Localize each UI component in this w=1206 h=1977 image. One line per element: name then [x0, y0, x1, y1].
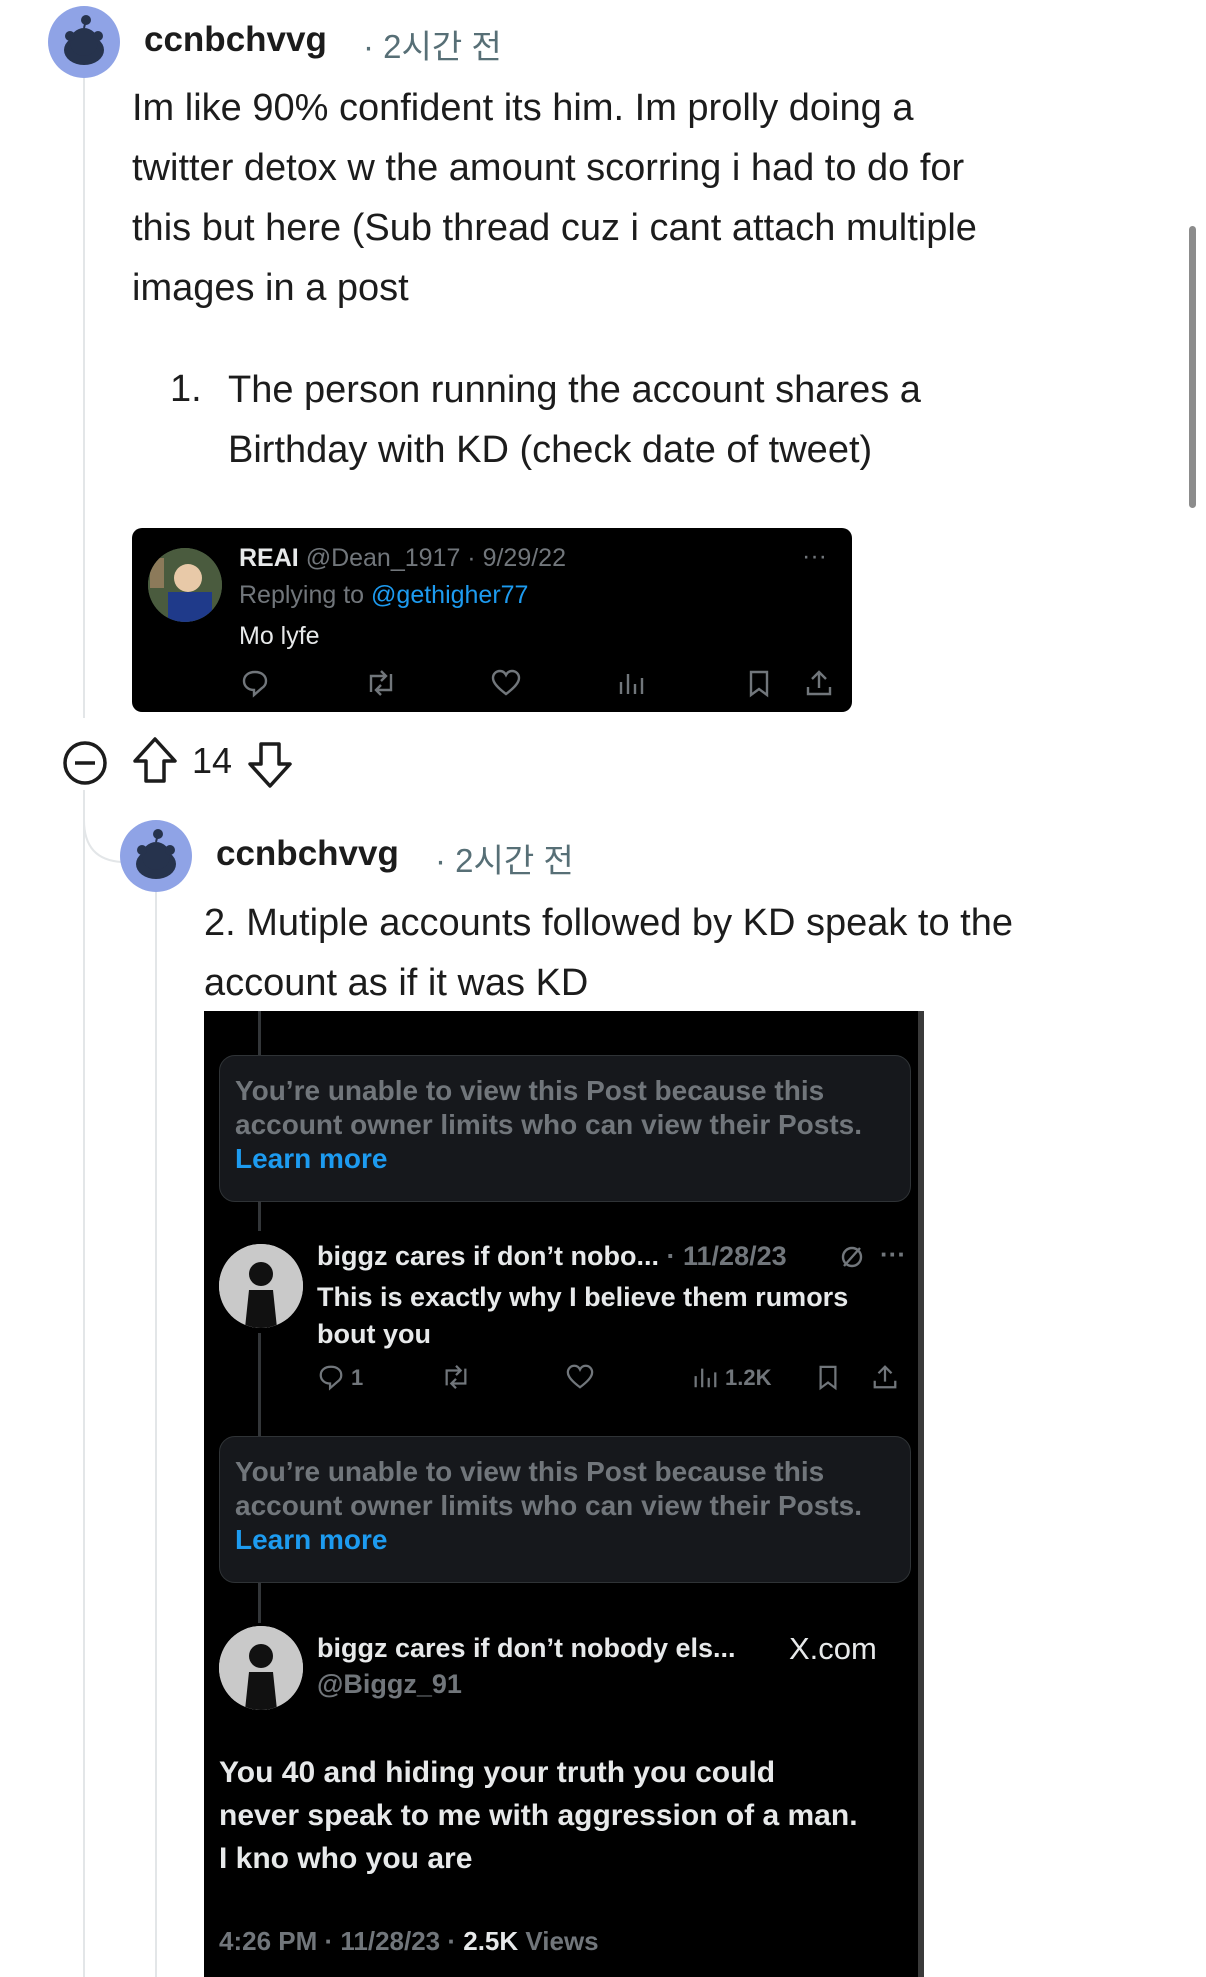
comment-username[interactable]: ccnbchvvg — [144, 20, 327, 60]
embedded-screenshot-image[interactable]: You’re unable to view this Post because … — [204, 1011, 924, 1977]
reply-date: · 11/28/23 — [666, 1241, 787, 1271]
bookmark-icon — [819, 1365, 837, 1391]
thread-line — [155, 890, 157, 1977]
time-text: 2시간 전 — [383, 28, 502, 65]
like-icon — [491, 669, 521, 696]
reply-thread-line — [258, 1201, 261, 1231]
replying-handle: @gethigher77 — [371, 581, 529, 609]
comment-body: Im like 90% confident its him. Im prolly… — [132, 78, 977, 318]
share-icon — [806, 670, 832, 696]
body-line: twitter detox w the amount scorring i ha… — [132, 147, 965, 189]
thread-connector — [83, 820, 122, 863]
restricted-post-notice: You’re unable to view this Post because … — [219, 1436, 911, 1583]
tweet-avatar — [148, 548, 222, 622]
thread-line — [83, 790, 85, 1977]
replying-label: Replying to — [239, 581, 372, 609]
main-author-handle: @Biggz_91 — [317, 1669, 462, 1699]
body-line: Im like 90% confident its him. Im prolly… — [132, 87, 914, 129]
reply-icon — [319, 1365, 343, 1391]
body-line: account as if it was KD — [204, 962, 589, 1004]
reply-author-name: biggz cares if don’t nobo... — [317, 1241, 659, 1271]
main-text-line: I kno who you are — [219, 1842, 473, 1875]
list-number: 1. — [170, 368, 202, 410]
edit-history-icon — [841, 1246, 863, 1268]
body-line: this but here (Sub thread cuz i cant att… — [132, 207, 977, 249]
comment-timestamp: · 2시간 전 — [363, 20, 502, 68]
source-label: X.com — [789, 1631, 877, 1666]
embedded-tweet-image[interactable]: REAI @Dean_1917 · 9/29/22 ··· Replying t… — [132, 528, 852, 712]
bookmark-icon — [749, 670, 769, 698]
main-author-name: biggz cares if don’t nobody els... — [317, 1633, 736, 1663]
comment-username[interactable]: ccnbchvvg — [216, 834, 399, 874]
views-icon — [694, 1368, 717, 1388]
body-line: 2. Mutiple accounts followed by KD speak… — [204, 902, 1014, 944]
separator-dot: · — [435, 842, 456, 879]
retweet-icon — [445, 1365, 467, 1389]
time-text: 2시간 전 — [455, 842, 574, 879]
post-time: 4:26 PM · 11/28/23 · — [219, 1926, 464, 1956]
reply-thread-line — [258, 1583, 261, 1623]
reply-author-avatar — [219, 1244, 303, 1328]
tweet-header: REAI @Dean_1917 · 9/29/22 — [239, 544, 566, 573]
upvote-icon[interactable] — [130, 735, 180, 787]
tweet-author-name: REAI — [239, 544, 299, 572]
collapse-icon[interactable] — [60, 738, 110, 788]
avatar[interactable] — [48, 6, 120, 78]
reply-more-icon: ··· — [880, 1239, 906, 1269]
vote-count: 14 — [192, 740, 233, 781]
share-icon — [873, 1365, 897, 1389]
learn-more-link[interactable]: Learn more — [235, 1143, 388, 1174]
body-line: images in a post — [132, 267, 409, 309]
reply-text-line: bout you — [317, 1319, 431, 1349]
like-icon — [566, 1364, 594, 1389]
retweet-icon — [369, 670, 393, 696]
list-item: The person running the account shares a … — [228, 360, 921, 480]
learn-more-link[interactable]: Learn more — [235, 1524, 388, 1555]
separator-dot: · — [363, 28, 384, 65]
main-text-line: never speak to me with aggression of a m… — [219, 1799, 858, 1832]
main-text-line: You 40 and hiding your truth you could — [219, 1756, 776, 1789]
list-line: The person running the account shares a — [228, 369, 921, 411]
avatar[interactable] — [120, 820, 192, 892]
notice-text: You’re unable to view this Post because … — [235, 1074, 895, 1176]
notice-message: You’re unable to view this Post because … — [235, 1456, 863, 1521]
tweet-replying: Replying to @gethigher77 — [239, 581, 528, 610]
reply-thread-line — [258, 1011, 261, 1055]
tweet-handle-date: @Dean_1917 · 9/29/22 — [305, 544, 566, 572]
downvote-icon[interactable] — [245, 738, 295, 790]
comment-body: 2. Mutiple accounts followed by KD speak… — [204, 893, 1013, 1013]
reply-header: biggz cares if don’t nobo... · 11/28/23 — [317, 1241, 787, 1272]
comment-timestamp: · 2시간 전 — [435, 834, 574, 882]
main-post-footer: 4:26 PM · 11/28/23 · 2.5K Views — [219, 1926, 599, 1957]
post-views-label: Views — [518, 1926, 599, 1956]
reply-count: 1 — [351, 1365, 364, 1390]
views-icon — [619, 674, 644, 694]
list-line: Birthday with KD (check date of tweet) — [228, 429, 873, 471]
scrollbar[interactable] — [1189, 226, 1196, 508]
reply-text-line: This is exactly why I believe them rumor… — [317, 1282, 849, 1312]
tweet-more-icon: ··· — [802, 542, 827, 570]
reply-icon — [242, 670, 268, 698]
reply-text: This is exactly why I believe them rumor… — [317, 1279, 848, 1353]
restricted-post-notice: You’re unable to view this Post because … — [219, 1055, 911, 1202]
main-post-text: You 40 and hiding your truth you could n… — [219, 1751, 858, 1880]
views-count: 1.2K — [725, 1365, 772, 1390]
screenshot-edge — [918, 1011, 924, 1977]
tweet-text: Mo lyfe — [239, 622, 320, 650]
notice-text: You’re unable to view this Post because … — [235, 1455, 895, 1557]
main-author-avatar — [219, 1626, 303, 1710]
thread-line — [83, 78, 85, 718]
reply-thread-line — [258, 1333, 261, 1445]
post-views-count: 2.5K — [463, 1926, 519, 1956]
notice-message: You’re unable to view this Post because … — [235, 1075, 863, 1140]
